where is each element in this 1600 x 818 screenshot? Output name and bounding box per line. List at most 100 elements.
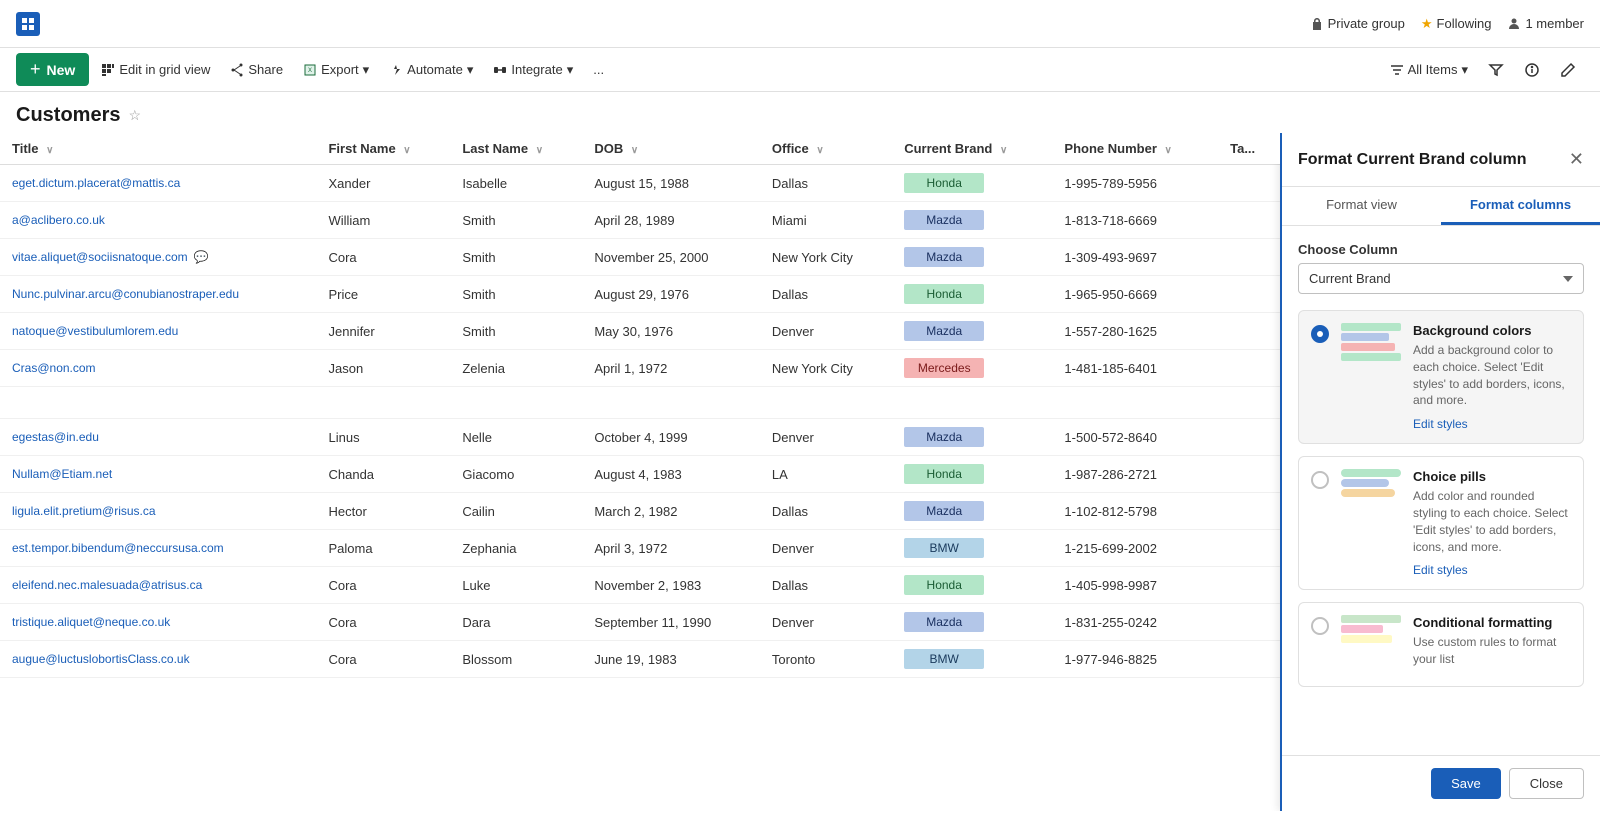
- person-icon: [1507, 17, 1521, 31]
- save-button[interactable]: Save: [1431, 768, 1501, 799]
- table-row[interactable]: egestas@in.eduLinusNelleOctober 4, 1999D…: [0, 419, 1280, 456]
- cell-extra: [1218, 493, 1280, 530]
- new-button[interactable]: + New: [16, 53, 89, 86]
- cell-last-name: Dara: [450, 604, 582, 641]
- format-option-background-colors[interactable]: Background colors Add a background color…: [1298, 310, 1584, 444]
- favorite-star[interactable]: ☆: [128, 107, 141, 124]
- table-row[interactable]: natoque@vestibulumlorem.eduJenniferSmith…: [0, 313, 1280, 350]
- table-row[interactable]: eleifend.nec.malesuada@atrisus.caCoraLuk…: [0, 567, 1280, 604]
- brand-pill: BMW: [904, 649, 984, 669]
- table-row[interactable]: tristique.aliquet@neque.co.ukCoraDaraSep…: [0, 604, 1280, 641]
- pills-edit-styles-link[interactable]: Edit styles: [1413, 563, 1468, 577]
- radio-background-colors[interactable]: [1311, 325, 1329, 343]
- cell-title: augue@luctuslobortisClass.co.uk: [0, 641, 316, 678]
- cell-office: Denver: [760, 313, 892, 350]
- chat-icon[interactable]: 💬: [194, 250, 209, 264]
- automate-button[interactable]: Automate ▾: [381, 58, 481, 82]
- funnel-icon: [1488, 62, 1504, 78]
- private-group: Private group: [1310, 16, 1405, 31]
- col-first-name[interactable]: First Name ∨: [316, 133, 450, 165]
- cell-last-name: Smith: [450, 202, 582, 239]
- col-phone-number[interactable]: Phone Number ∨: [1052, 133, 1218, 165]
- cell-office: Dallas: [760, 276, 892, 313]
- cell-last-name: Isabelle: [450, 165, 582, 202]
- cell-dob: May 30, 1976: [582, 313, 760, 350]
- brand-pill: Mercedes: [904, 358, 984, 378]
- cell-title: egestas@in.edu: [0, 419, 316, 456]
- cell-current-brand: Mazda: [892, 202, 1052, 239]
- following-item[interactable]: ★ Following: [1421, 16, 1492, 32]
- brand-pill: Honda: [904, 575, 984, 595]
- choose-column-select[interactable]: Current Brand: [1298, 263, 1584, 294]
- preview-cond-green: [1341, 615, 1401, 623]
- preview-bar-blue: [1341, 333, 1389, 341]
- table-row[interactable]: Cras@non.comJasonZeleniaApril 1, 1972New…: [0, 350, 1280, 387]
- col-current-brand[interactable]: Current Brand ∨: [892, 133, 1052, 165]
- table-row[interactable]: a@aclibero.co.ukWilliamSmithApril 28, 19…: [0, 202, 1280, 239]
- cell-office: Dallas: [760, 165, 892, 202]
- col-title[interactable]: Title ∨: [0, 133, 316, 165]
- col-office[interactable]: Office ∨: [760, 133, 892, 165]
- integrate-icon: [493, 63, 507, 77]
- integrate-button[interactable]: Integrate ▾: [485, 58, 581, 82]
- bg-edit-styles-link[interactable]: Edit styles: [1413, 417, 1468, 431]
- table-container[interactable]: Title ∨ First Name ∨ Last Name ∨ DOB ∨ O…: [0, 133, 1280, 811]
- radio-conditional[interactable]: [1311, 617, 1329, 635]
- cell-title: vitae.aliquet@sociisnatoque.com💬: [0, 239, 316, 276]
- info-button[interactable]: [1516, 58, 1548, 82]
- col-last-name[interactable]: Last Name ∨: [450, 133, 582, 165]
- integrate-label: Integrate: [511, 62, 562, 77]
- cell-extra: [1218, 604, 1280, 641]
- cell-extra: [1218, 202, 1280, 239]
- panel-close-button[interactable]: ✕: [1569, 149, 1584, 170]
- following-label: Following: [1437, 16, 1492, 31]
- format-option-choice-pills[interactable]: Choice pills Add color and rounded styli…: [1298, 456, 1584, 590]
- table-row[interactable]: est.tempor.bibendum@neccursusa.comPaloma…: [0, 530, 1280, 567]
- all-items-button[interactable]: All Items ▾: [1382, 58, 1476, 82]
- tab-format-columns[interactable]: Format columns: [1441, 187, 1600, 225]
- bg-colors-desc: Add a background color to each choice. S…: [1413, 342, 1571, 409]
- share-button[interactable]: Share: [222, 58, 291, 81]
- format-option-conditional[interactable]: Conditional formatting Use custom rules …: [1298, 602, 1584, 687]
- table-row[interactable]: eget.dictum.placerat@mattis.caXanderIsab…: [0, 165, 1280, 202]
- conditional-desc: Use custom rules to format your list: [1413, 634, 1571, 668]
- cell-phone: 1-995-789-5956: [1052, 165, 1218, 202]
- tab-format-view[interactable]: Format view: [1282, 187, 1441, 225]
- table-row[interactable]: Nullam@Etiam.netChandaGiacomoAugust 4, 1…: [0, 456, 1280, 493]
- radio-choice-pills[interactable]: [1311, 471, 1329, 489]
- col-ta[interactable]: Ta...: [1218, 133, 1280, 165]
- filter-button[interactable]: [1480, 58, 1512, 82]
- panel-tabs: Format view Format columns: [1282, 187, 1600, 226]
- brand-pill: Mazda: [904, 427, 984, 447]
- panel-body[interactable]: Choose Column Current Brand Background c…: [1282, 226, 1600, 755]
- cell-extra: [1218, 641, 1280, 678]
- cell-phone: 1-813-718-6669: [1052, 202, 1218, 239]
- table-row[interactable]: augue@luctuslobortisClass.co.ukCoraBloss…: [0, 641, 1280, 678]
- cell-office: Dallas: [760, 493, 892, 530]
- integrate-chevron: ▾: [567, 62, 574, 78]
- pills-desc: Add color and rounded styling to each ch…: [1413, 488, 1571, 555]
- cell-phone: 1-481-185-6401: [1052, 350, 1218, 387]
- cell-last-name: Smith: [450, 239, 582, 276]
- edit-button[interactable]: [1552, 58, 1584, 82]
- close-panel-button[interactable]: Close: [1509, 768, 1584, 799]
- edit-grid-button[interactable]: Edit in grid view: [93, 58, 218, 81]
- more-button[interactable]: ...: [585, 58, 612, 81]
- cell-dob: April 28, 1989: [582, 202, 760, 239]
- cell-title: ligula.elit.pretium@risus.ca: [0, 493, 316, 530]
- cell-last-name: Cailin: [450, 493, 582, 530]
- svg-text:X: X: [308, 68, 312, 74]
- preview-pill-blue: [1341, 479, 1389, 487]
- table-row[interactable]: ligula.elit.pretium@risus.caHectorCailin…: [0, 493, 1280, 530]
- table-row[interactable]: vitae.aliquet@sociisnatoque.com💬CoraSmit…: [0, 239, 1280, 276]
- grid-icon: [101, 63, 115, 77]
- cell-office: New York City: [760, 239, 892, 276]
- export-button[interactable]: X Export ▾: [295, 58, 377, 82]
- share-label: Share: [248, 62, 283, 77]
- pills-title: Choice pills: [1413, 469, 1571, 484]
- panel-footer: Save Close: [1282, 755, 1600, 811]
- table-row[interactable]: Nunc.pulvinar.arcu@conubianostraper.eduP…: [0, 276, 1280, 313]
- cell-dob: October 4, 1999: [582, 419, 760, 456]
- cell-current-brand: Mazda: [892, 313, 1052, 350]
- col-dob[interactable]: DOB ∨: [582, 133, 760, 165]
